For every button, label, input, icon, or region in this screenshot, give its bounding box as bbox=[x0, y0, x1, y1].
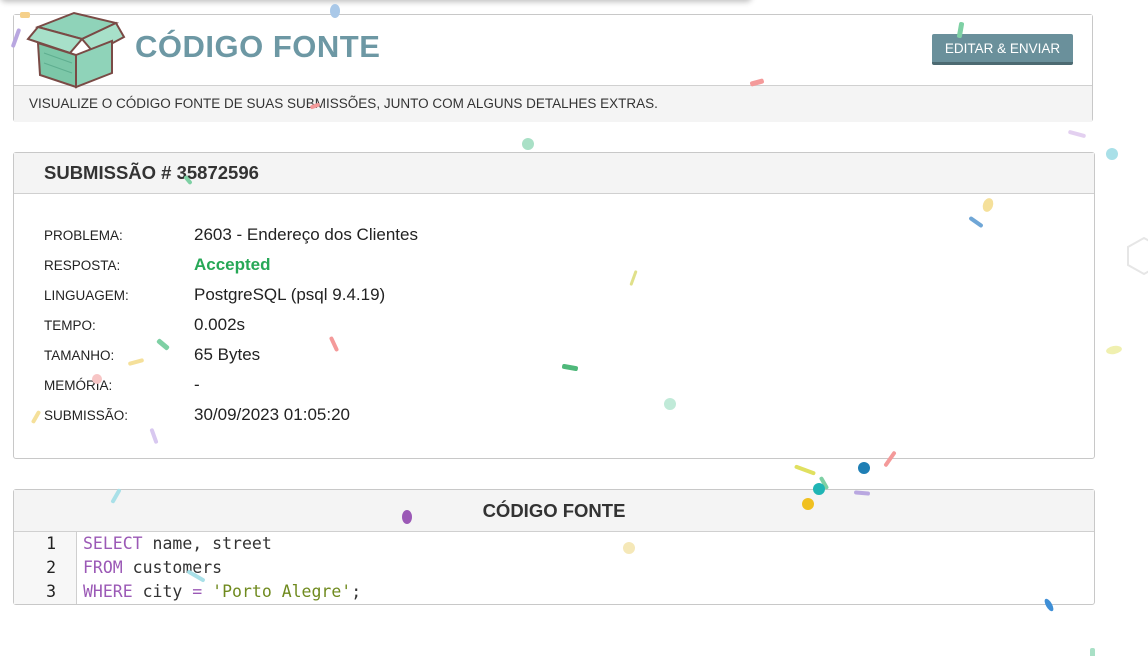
detail-label: TEMPO: bbox=[44, 318, 96, 333]
confetti-piece bbox=[522, 138, 534, 150]
detail-label: LINGUAGEM: bbox=[44, 288, 129, 303]
line-number: 3 bbox=[46, 582, 56, 601]
size-value: 65 Bytes bbox=[194, 345, 261, 364]
source-code-panel: CÓDIGO FONTE 1 SELECT name, street 2 FROM c… bbox=[13, 489, 1095, 605]
confetti-piece bbox=[623, 542, 635, 554]
memory-value: - bbox=[194, 375, 200, 394]
confetti-piece bbox=[793, 464, 817, 476]
confetti-piece bbox=[20, 12, 30, 18]
submission-heading: SUBMISSÃO # 35872596 bbox=[14, 153, 1094, 194]
sql-keyword: FROM bbox=[83, 558, 123, 577]
edit-and-submit-button[interactable]: EDITAR & ENVIAR bbox=[932, 34, 1073, 65]
page-subtitle: VISUALIZE O CÓDIGO FONTE DE SUAS SUBMISS… bbox=[14, 86, 1092, 122]
answer-status: Accepted bbox=[194, 255, 271, 274]
confetti-piece bbox=[402, 510, 412, 524]
confetti-piece bbox=[1105, 344, 1123, 356]
hexagon-decoration-icon bbox=[1127, 236, 1148, 276]
problem-value: 2603 - Endereço dos Clientes bbox=[194, 225, 418, 244]
confetti-piece bbox=[1106, 148, 1118, 160]
detail-label: TAMANHO: bbox=[44, 348, 115, 363]
confetti-piece bbox=[664, 398, 676, 410]
sql-text: ; bbox=[351, 582, 362, 601]
code-line: 1 SELECT name, street bbox=[14, 532, 1094, 556]
line-number: 1 bbox=[46, 534, 56, 553]
sql-operator: = bbox=[192, 582, 203, 601]
code-text: SELECT name, street bbox=[83, 532, 272, 556]
code-text: WHERE city = 'Porto Alegre'; bbox=[83, 580, 361, 604]
submission-date-value: 30/09/2023 01:05:20 bbox=[194, 405, 350, 424]
detail-label: SUBMISSÃO: bbox=[44, 408, 129, 423]
time-value: 0.002s bbox=[194, 315, 246, 334]
page-header: CÓDIGO FONTE EDITAR & ENVIAR bbox=[14, 11, 1092, 89]
page-header-panel: CÓDIGO FONTE EDITAR & ENVIAR VISUALIZE O… bbox=[13, 11, 1093, 122]
detail-label: RESPOSTA: bbox=[44, 258, 121, 273]
source-code-heading: CÓDIGO FONTE bbox=[14, 490, 1094, 532]
sql-text: name, street bbox=[142, 534, 272, 553]
sql-text: customers bbox=[122, 558, 223, 577]
detail-label: PROBLEMA: bbox=[44, 228, 123, 243]
confetti-piece bbox=[858, 462, 870, 474]
page-title: CÓDIGO FONTE bbox=[135, 29, 381, 64]
language-value: PostgreSQL (psql 9.4.19) bbox=[194, 285, 386, 304]
submission-panel: SUBMISSÃO # 35872596 PROBLEMA: 2603 - En… bbox=[13, 152, 1095, 459]
confetti-piece bbox=[813, 483, 825, 495]
detail-label: MEMÓRIA: bbox=[44, 378, 113, 393]
open-box-icon bbox=[26, 11, 126, 89]
confetti-piece bbox=[92, 374, 102, 384]
sql-text: city bbox=[132, 582, 193, 601]
line-number: 2 bbox=[46, 558, 56, 577]
code-viewer[interactable]: 1 SELECT name, street 2 FROM customers 3 WHER… bbox=[14, 532, 1094, 604]
confetti-piece bbox=[802, 498, 814, 510]
sql-keyword: WHERE bbox=[83, 582, 133, 601]
confetti-piece bbox=[1067, 129, 1087, 139]
code-line: 3 WHERE city = 'Porto Alegre'; bbox=[14, 580, 1094, 604]
code-line: 2 FROM customers bbox=[14, 556, 1094, 580]
confetti-piece bbox=[330, 4, 340, 18]
sql-keyword: SELECT bbox=[83, 534, 143, 553]
confetti-piece bbox=[1090, 648, 1095, 656]
sql-string: 'Porto Alegre' bbox=[212, 582, 352, 601]
